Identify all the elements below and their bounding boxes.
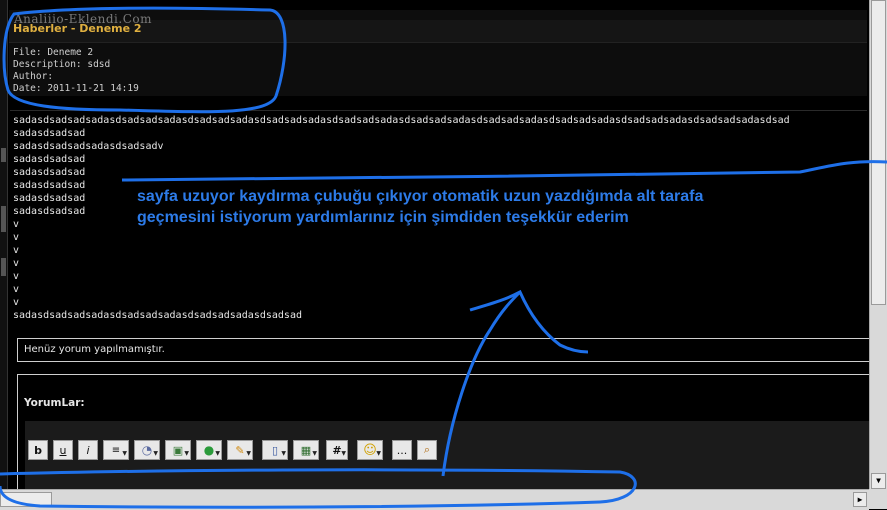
no-comments-message: Henüz yorum yapılmamıştır. <box>24 344 165 355</box>
hash-dropdown-button[interactable]: # ▼ <box>326 440 348 460</box>
annotation-line: geçmesini istiyorum yardımlarınız için ş… <box>137 209 629 226</box>
font-icon: ◔ <box>141 443 153 457</box>
bold-button[interactable]: b <box>28 440 48 460</box>
content-line: v <box>13 245 20 256</box>
dropdown-arrow-icon: ▼ <box>246 450 251 457</box>
content-line: v <box>13 232 20 243</box>
color-dropdown-button[interactable]: ● ▼ <box>196 440 222 460</box>
comments-list: Henüz yorum yapılmamıştır. <box>17 338 871 362</box>
table-icon: ▦ <box>300 443 312 457</box>
image-icon: ▣ <box>172 443 184 457</box>
table-dropdown-button[interactable]: ▦ ▼ <box>293 440 319 460</box>
dropdown-arrow-icon: ▼ <box>281 450 286 457</box>
dropdown-arrow-icon: ▼ <box>341 450 346 457</box>
content-line: sadasdsadsad <box>13 180 86 191</box>
align-icon: ≡ <box>111 444 121 456</box>
scrollbar-corner <box>869 489 887 509</box>
content-line: sadasdsadsadsadasdsadsadv <box>13 141 164 152</box>
underline-icon: u <box>59 443 67 457</box>
content-line: v <box>13 284 20 295</box>
comments-label: YorumLar: <box>24 397 85 409</box>
page-title: Haberler - Deneme 2 <box>13 22 142 35</box>
document-icon: ▯ <box>271 443 279 457</box>
author-meta: Author: <box>13 71 54 82</box>
font-dropdown-button[interactable]: ◔ ▼ <box>134 440 160 460</box>
highlight-icon: ✎ <box>235 443 245 457</box>
vertical-scrollbar[interactable]: ▼ <box>869 0 887 489</box>
comment-form: YorumLar: b u i ≡ ▼ ◔ ▼ ▣ ▼ ● ▼ ✎ ▼ ▯ ▼ … <box>17 374 871 496</box>
strip-marker <box>1 206 6 232</box>
italic-button[interactable]: i <box>78 440 98 460</box>
left-frame-strip <box>0 0 8 489</box>
content-line: sadasdsadsad <box>13 167 86 178</box>
dropdown-arrow-icon: ▼ <box>184 450 189 457</box>
strip-marker <box>1 258 6 276</box>
content-line: sadasdsadsad <box>13 206 86 217</box>
horizontal-scrollbar[interactable]: ▶ <box>0 489 869 510</box>
more-button[interactable]: ... <box>392 440 412 460</box>
description-meta: Description: sdsd <box>13 59 111 70</box>
align-dropdown-button[interactable]: ≡ ▼ <box>103 440 129 460</box>
content-line: sadasdsadsad <box>13 193 86 204</box>
content-line: v <box>13 219 20 230</box>
bold-icon: b <box>34 443 42 457</box>
editor-toolbar-area: b u i ≡ ▼ ◔ ▼ ▣ ▼ ● ▼ ✎ ▼ ▯ ▼ ▦ ▼ # ▼ ☺ … <box>25 421 870 495</box>
content-line: sadasdsadsadsadasdsadsadsadasdsadsadsada… <box>13 115 790 126</box>
dropdown-arrow-icon: ▼ <box>122 450 127 457</box>
horizontal-scroll-thumb[interactable] <box>0 492 52 507</box>
annotation-text: sayfa uzuyor kaydırma çubuğu çıkıyor oto… <box>137 186 857 228</box>
annotation-line: sayfa uzuyor kaydırma çubuğu çıkıyor oto… <box>137 188 704 205</box>
content-line: sadasdsadsad <box>13 154 86 165</box>
content-line: sadasdsadsadsadasdsadsadsadasdsadsadsada… <box>13 310 302 321</box>
image-dropdown-button[interactable]: ▣ ▼ <box>165 440 191 460</box>
file-meta: File: Deneme 2 <box>13 47 94 58</box>
italic-icon: i <box>86 443 90 457</box>
color-icon: ● <box>203 443 215 457</box>
date-meta: Date: 2011-11-21 14:19 <box>13 83 139 94</box>
content-line: sadasdsadsad <box>13 128 86 139</box>
smiley-dropdown-button[interactable]: ☺ ▼ <box>357 440 383 460</box>
search-button[interactable]: ⌕ <box>417 440 437 460</box>
content-line: v <box>13 271 20 282</box>
more-icon: ... <box>396 443 408 457</box>
scroll-down-arrow-icon[interactable]: ▼ <box>871 473 886 489</box>
underline-button[interactable]: u <box>53 440 73 460</box>
highlight-dropdown-button[interactable]: ✎ ▼ <box>227 440 253 460</box>
hash-icon: # <box>332 443 342 457</box>
dropdown-arrow-icon: ▼ <box>215 450 220 457</box>
content-line: v <box>13 297 20 308</box>
scroll-right-arrow-icon[interactable]: ▶ <box>853 492 867 507</box>
search-icon: ⌕ <box>423 443 431 456</box>
content-line: v <box>13 258 20 269</box>
dropdown-arrow-icon: ▼ <box>153 450 158 457</box>
dropdown-arrow-icon: ▼ <box>312 450 317 457</box>
dropdown-arrow-icon: ▼ <box>376 450 381 457</box>
editor-toolbar: b u i ≡ ▼ ◔ ▼ ▣ ▼ ● ▼ ✎ ▼ ▯ ▼ ▦ ▼ # ▼ ☺ … <box>28 440 868 462</box>
document-dropdown-button[interactable]: ▯ ▼ <box>262 440 288 460</box>
vertical-scroll-thumb[interactable] <box>871 0 886 305</box>
smiley-icon: ☺ <box>363 442 377 458</box>
strip-marker <box>1 148 6 162</box>
